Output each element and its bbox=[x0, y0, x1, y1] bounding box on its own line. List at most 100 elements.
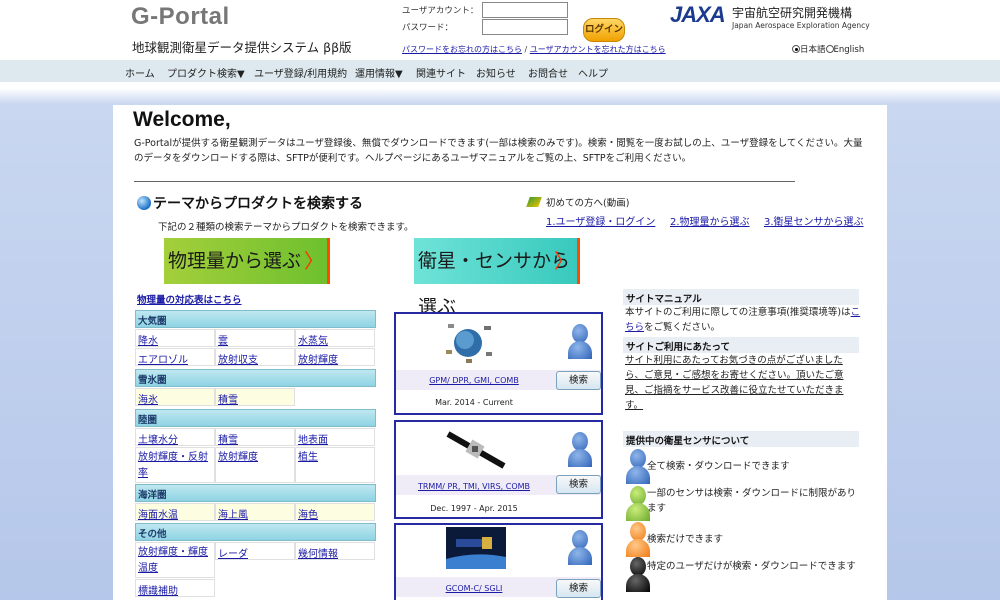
manual-text-after: をご覧ください。 bbox=[644, 322, 721, 333]
nav-news[interactable]: お知らせ bbox=[476, 65, 516, 80]
cat-item-radiation-budget[interactable]: 放射収支 bbox=[215, 348, 295, 366]
first-time-text: 初めての方へ(動画) bbox=[546, 198, 630, 209]
forgot-password-link[interactable]: パスワードをお忘れの方はこちら bbox=[402, 45, 522, 54]
cat-item-radiance-reflectance[interactable]: 放射輝度・反射率 bbox=[135, 447, 215, 483]
lang-ja-radio[interactable] bbox=[792, 45, 800, 53]
language-switch: 日本語 English bbox=[792, 43, 864, 55]
login-help-links: パスワードをお忘れの方はこちら / ユーザアカウントを忘れた方はこちら bbox=[402, 44, 666, 55]
lang-ja-label: 日本語 bbox=[800, 45, 826, 55]
nav-product-search[interactable]: プロダクト検索▼ bbox=[167, 65, 245, 80]
forgot-account-link[interactable]: ユーザアカウントを忘れた方はこちら bbox=[530, 45, 666, 54]
divider bbox=[134, 181, 795, 182]
legend-blue-text: 全て検索・ダウンロードできます bbox=[647, 461, 790, 472]
cat-item-geometry[interactable]: 幾何情報 bbox=[295, 542, 375, 560]
cat-item-ocean-color[interactable]: 海色 bbox=[295, 503, 375, 521]
jaxa-name-jp: 宇宙航空研究開発機構 bbox=[732, 6, 853, 20]
search-button-gpm[interactable]: 検索 bbox=[556, 371, 601, 390]
globe-icon bbox=[137, 196, 151, 210]
theme-search-subtitle: 下記の２種類の検索テーマからプロダクトを検索できます。 bbox=[158, 222, 414, 233]
video-link-registration[interactable]: 1.ユーザ登録・ログイン bbox=[546, 213, 655, 228]
gpm-satellite-image bbox=[446, 324, 492, 363]
category-land: 陸圏 bbox=[135, 409, 376, 427]
product-period-trmm: Dec. 1997 - Apr. 2015 bbox=[430, 504, 518, 513]
nav-help[interactable]: ヘルプ bbox=[578, 65, 608, 80]
login-button[interactable]: ログイン bbox=[583, 18, 625, 42]
manual-text-before: 本サイトのご利用に際しての注意事項(推奨環境等)は bbox=[625, 307, 851, 318]
cat-item-snow-land[interactable]: 積雪 bbox=[215, 428, 295, 446]
blue-user-icon bbox=[568, 432, 592, 468]
cat-item-vegetation[interactable]: 植生 bbox=[295, 447, 375, 483]
cat-item-soil-moisture[interactable]: 土壌水分 bbox=[135, 428, 215, 446]
cat-item-aerosol[interactable]: エアロゾル bbox=[135, 348, 215, 366]
jaxa-mark: JAXA bbox=[670, 2, 726, 27]
theme-search-title-text: テーマからプロダクトを検索する bbox=[153, 196, 363, 212]
cat-item-radiance[interactable]: 放射輝度 bbox=[295, 348, 375, 366]
video-link-physical[interactable]: 2.物理量から選ぶ bbox=[670, 213, 750, 228]
category-atmosphere: 大気圏 bbox=[135, 310, 376, 328]
cat-item-brightness-temp[interactable]: 放射輝度・輝度温度 bbox=[135, 542, 215, 578]
site-manual-text: 本サイトのご利用に際しての注意事項(推奨環境等)はこちらをご覧ください。 bbox=[625, 305, 861, 335]
select-by-physical-quantity-button[interactable]: 物理量から選ぶ〉 bbox=[164, 238, 330, 284]
blue-user-icon bbox=[568, 324, 592, 360]
correspondence-table-link[interactable]: 物理量の対応表はこちら bbox=[137, 292, 242, 306]
site-subtitle: 地球観測衛星データ提供システム ββ版 bbox=[132, 40, 352, 55]
site-manual-heading: サイトマニュアル bbox=[623, 289, 859, 305]
user-account-input[interactable] bbox=[482, 2, 568, 18]
nav-contact[interactable]: お問合せ bbox=[528, 65, 568, 80]
sensor-legend-heading: 提供中の衛星センサについて bbox=[623, 431, 859, 447]
nav-related-sites[interactable]: 関連サイト bbox=[416, 65, 466, 80]
site-header: G-Portal 地球観測衛星データ提供システム ββ版 ユーザアカウント： パ… bbox=[0, 0, 1000, 60]
search-button-gcomc[interactable]: 検索 bbox=[556, 579, 601, 598]
search-button-trmm[interactable]: 検索 bbox=[556, 475, 601, 494]
nav-user-registration[interactable]: ユーザ登録/利用規約 bbox=[254, 65, 347, 80]
user-account-label: ユーザアカウント： bbox=[402, 6, 479, 16]
lang-en-radio[interactable] bbox=[825, 45, 834, 53]
legend-green-text: 一部のセンサは検索・ダウンロードに制限があります bbox=[647, 488, 857, 514]
jaxa-name-en: Japan Aerospace Exploration Agency bbox=[732, 21, 870, 30]
cat-item-sea-ice[interactable]: 海氷 bbox=[135, 388, 215, 406]
cat-item-radar[interactable]: レーダ bbox=[215, 542, 295, 560]
feedback-link[interactable]: サイト利用にあたってお気づきの点がございましたら、ご意見・ご感想をお寄せください… bbox=[625, 353, 861, 413]
product-link-gpm[interactable]: GPM/ DPR, GMI, COMB bbox=[396, 376, 552, 385]
product-card-gpm: GPM/ DPR, GMI, COMB 検索 Mar. 2014 - Curre… bbox=[394, 312, 603, 415]
legend-orange-text: 検索だけできます bbox=[647, 534, 724, 545]
first-time-heading: 初めての方へ(動画) bbox=[526, 195, 630, 209]
arrow-right-icon: 〉 bbox=[554, 249, 574, 273]
trmm-satellite-image bbox=[446, 431, 506, 469]
cat-item-land-radiance[interactable]: 放射輝度 bbox=[215, 447, 295, 483]
cat-item-precipitation[interactable]: 降水 bbox=[135, 329, 215, 347]
category-other: その他 bbox=[135, 523, 376, 541]
welcome-heading: Welcome, bbox=[133, 108, 231, 131]
cat-item-land-surface[interactable]: 地表面 bbox=[295, 428, 375, 446]
product-period-gpm: Mar. 2014 - Current bbox=[435, 398, 513, 407]
product-card-trmm: TRMM/ PR, TMI, VIRS, COMB 検索 Dec. 1997 -… bbox=[394, 420, 603, 519]
beginner-mark-icon bbox=[526, 197, 542, 207]
gcomc-satellite-image bbox=[446, 527, 506, 569]
cat-item-water-vapor[interactable]: 水蒸気 bbox=[295, 329, 375, 347]
cat-item-auxiliary[interactable]: 標識補助 bbox=[135, 579, 215, 597]
link-separator: / bbox=[522, 45, 530, 54]
product-link-trmm[interactable]: TRMM/ PR, TMI, VIRS, COMB bbox=[396, 482, 552, 491]
product-card-gcomc: GCOM-C/ SGLI 検索 bbox=[394, 523, 603, 600]
cat-item-sea-wind[interactable]: 海上風 bbox=[215, 503, 295, 521]
password-input[interactable] bbox=[482, 19, 568, 35]
main-nav: ホーム プロダクト検索▼ ユーザ登録/利用規約 運用情報▼ 関連サイト お知らせ… bbox=[0, 60, 1000, 82]
physical-button-label: 物理量から選ぶ bbox=[168, 250, 302, 272]
select-by-satellite-button[interactable]: 衛星・センサから選ぶ〉 bbox=[414, 238, 580, 318]
nav-operation-info[interactable]: 運用情報▼ bbox=[355, 65, 403, 80]
cat-item-snow-cryo[interactable]: 積雪 bbox=[215, 388, 295, 406]
theme-search-title: テーマからプロダクトを検索する bbox=[137, 193, 363, 213]
blue-user-icon bbox=[568, 530, 592, 566]
product-link-gcomc[interactable]: GCOM-C/ SGLI bbox=[396, 584, 552, 593]
cat-item-sst[interactable]: 海面水温 bbox=[135, 503, 215, 521]
site-usage-heading: サイトご利用にあたって bbox=[623, 337, 859, 353]
cat-item-cloud[interactable]: 雲 bbox=[215, 329, 295, 347]
video-link-satellite[interactable]: 3.衛星センサから選ぶ bbox=[764, 213, 864, 228]
category-cryosphere: 雪氷圏 bbox=[135, 369, 376, 387]
arrow-right-icon: 〉 bbox=[304, 249, 324, 273]
category-ocean: 海洋圏 bbox=[135, 484, 376, 502]
nav-home[interactable]: ホーム bbox=[125, 65, 155, 80]
legend-black-text: 特定のユーザだけが検索・ダウンロードできます bbox=[647, 561, 856, 572]
site-logo[interactable]: G-Portal bbox=[131, 3, 230, 31]
lang-en-label: English bbox=[833, 45, 865, 55]
